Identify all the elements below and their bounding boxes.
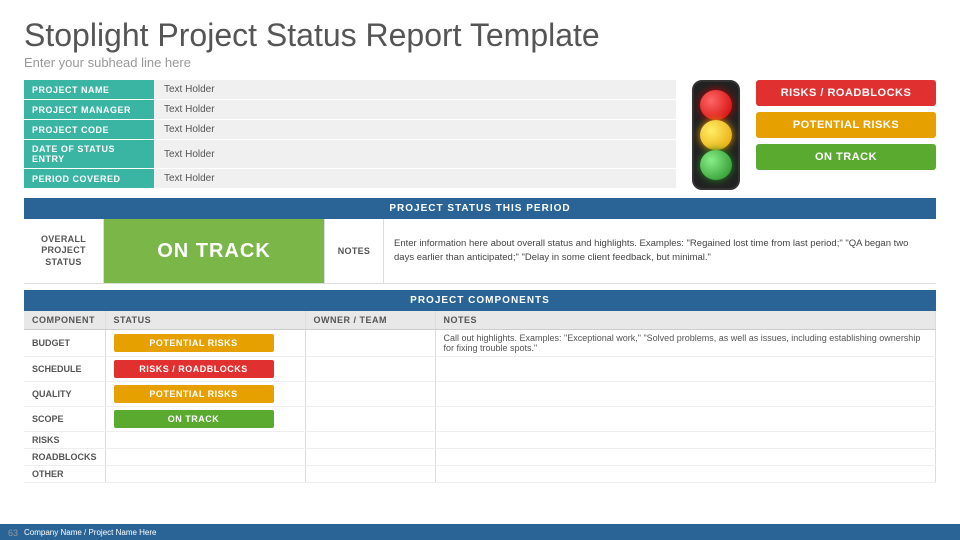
- comp-status: POTENTIAL RISKS: [105, 382, 305, 407]
- comp-status: POTENTIAL RISKS: [105, 330, 305, 357]
- comp-status: RISKS / ROADBLOCKS: [105, 357, 305, 382]
- comp-owner: [305, 357, 435, 382]
- comp-notes: Call out highlights. Examples: "Exceptio…: [435, 330, 936, 357]
- overall-status-value: ON TRACK: [104, 219, 324, 283]
- table-row: SCOPE ON TRACK: [24, 407, 936, 432]
- subhead: Enter your subhead line here: [24, 55, 936, 70]
- comp-owner: [305, 432, 435, 449]
- info-row: DATE OF STATUS ENTRY Text Holder: [24, 140, 676, 169]
- info-label: PROJECT NAME: [24, 80, 154, 100]
- comp-notes: [435, 382, 936, 407]
- page-number: 63: [8, 528, 18, 538]
- comp-col-header: OWNER / TEAM: [305, 311, 435, 330]
- top-section: PROJECT NAME Text Holder PROJECT MANAGER…: [24, 80, 936, 190]
- comp-status: [105, 449, 305, 466]
- table-row: SCHEDULE RISKS / ROADBLOCKS: [24, 357, 936, 382]
- comp-name: SCOPE: [24, 407, 105, 432]
- table-row: BUDGET POTENTIAL RISKS Call out highlights…: [24, 330, 936, 357]
- legend-risks-roadblocks: RISKS / ROADBLOCKS: [756, 80, 936, 106]
- notes-text: Enter information here about overall sta…: [384, 219, 936, 283]
- info-row: PROJECT MANAGER Text Holder: [24, 100, 676, 120]
- info-row: PROJECT NAME Text Holder: [24, 80, 676, 100]
- comp-owner: [305, 449, 435, 466]
- light-yellow: [700, 120, 732, 150]
- project-status-header: PROJECT STATUS THIS PERIOD: [24, 198, 936, 219]
- table-row: RISKS: [24, 432, 936, 449]
- legend-area: RISKS / ROADBLOCKS POTENTIAL RISKS ON TR…: [756, 80, 936, 170]
- table-row: OTHER: [24, 466, 936, 483]
- status-pill: POTENTIAL RISKS: [114, 334, 274, 352]
- info-label: PROJECT MANAGER: [24, 100, 154, 120]
- comp-notes: [435, 407, 936, 432]
- info-label: PROJECT CODE: [24, 120, 154, 140]
- status-pill: ON TRACK: [114, 410, 274, 428]
- info-value: Text Holder: [154, 120, 676, 140]
- comp-notes: [435, 449, 936, 466]
- comp-owner: [305, 330, 435, 357]
- legend-on-track: ON TRACK: [756, 144, 936, 170]
- comp-owner: [305, 407, 435, 432]
- stoplight: [692, 80, 740, 190]
- comp-status: ON TRACK: [105, 407, 305, 432]
- stoplight-container: [692, 80, 740, 190]
- notes-label: NOTES: [324, 219, 384, 283]
- comp-notes: [435, 432, 936, 449]
- light-red: [700, 90, 732, 120]
- components-header: PROJECT COMPONENTS: [24, 290, 936, 311]
- comp-owner: [305, 382, 435, 407]
- comp-owner: [305, 466, 435, 483]
- comp-status: [105, 466, 305, 483]
- comp-name: BUDGET: [24, 330, 105, 357]
- info-row: PERIOD COVERED Text Holder: [24, 169, 676, 189]
- footer-text: Company Name / Project Name Here: [24, 528, 157, 537]
- table-row: QUALITY POTENTIAL RISKS: [24, 382, 936, 407]
- comp-name: SCHEDULE: [24, 357, 105, 382]
- comp-notes: [435, 357, 936, 382]
- comp-status: [105, 432, 305, 449]
- footer-bar: Company Name / Project Name Here: [0, 524, 960, 540]
- comp-col-header: STATUS: [105, 311, 305, 330]
- comp-name: QUALITY: [24, 382, 105, 407]
- light-green: [700, 150, 732, 180]
- info-table: PROJECT NAME Text Holder PROJECT MANAGER…: [24, 80, 676, 189]
- overall-status-label: OVERALLPROJECTSTATUS: [24, 219, 104, 283]
- page: Stoplight Project Status Report Template…: [0, 0, 960, 540]
- status-row: OVERALLPROJECTSTATUS ON TRACK NOTES Ente…: [24, 219, 936, 284]
- comp-col-header: NOTES: [435, 311, 936, 330]
- status-pill: RISKS / ROADBLOCKS: [114, 360, 274, 378]
- table-row: ROADBLOCKS: [24, 449, 936, 466]
- info-label: PERIOD COVERED: [24, 169, 154, 189]
- comp-name: RISKS: [24, 432, 105, 449]
- info-value: Text Holder: [154, 140, 676, 169]
- comp-notes: [435, 466, 936, 483]
- comp-name: ROADBLOCKS: [24, 449, 105, 466]
- components-table: COMPONENTSTATUSOWNER / TEAMNOTES BUDGET P…: [24, 311, 936, 483]
- info-value: Text Holder: [154, 80, 676, 100]
- info-row: PROJECT CODE Text Holder: [24, 120, 676, 140]
- comp-name: OTHER: [24, 466, 105, 483]
- info-value: Text Holder: [154, 169, 676, 189]
- info-value: Text Holder: [154, 100, 676, 120]
- page-title: Stoplight Project Status Report Template: [24, 18, 936, 53]
- status-pill: POTENTIAL RISKS: [114, 385, 274, 403]
- info-label: DATE OF STATUS ENTRY: [24, 140, 154, 169]
- comp-col-header: COMPONENT: [24, 311, 105, 330]
- legend-potential-risks: POTENTIAL RISKS: [756, 112, 936, 138]
